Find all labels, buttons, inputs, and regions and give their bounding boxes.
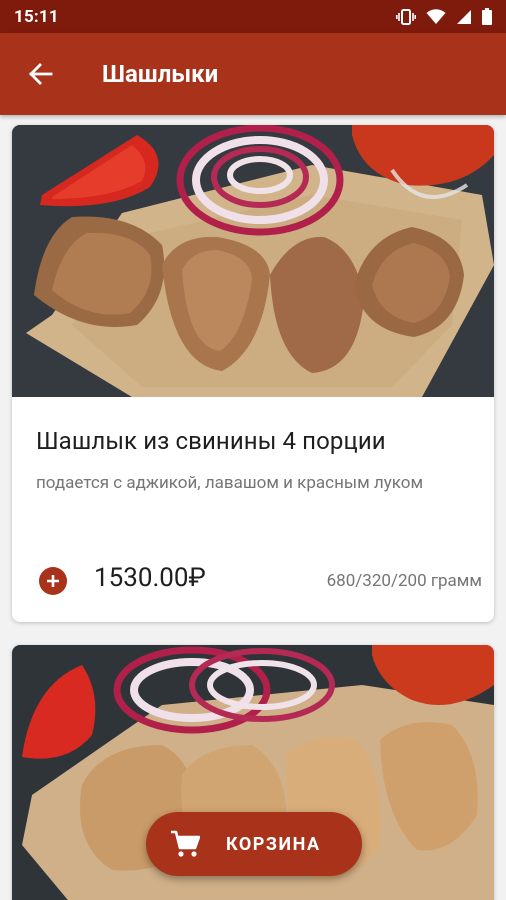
add-to-cart-button[interactable] (39, 567, 67, 595)
cart-button[interactable]: КОРЗИНА (146, 812, 362, 876)
shopping-cart-icon (170, 830, 200, 858)
status-icons (396, 8, 492, 25)
page-title: Шашлыки (102, 60, 219, 88)
product-weight: 680/320/200 грамм (326, 571, 482, 591)
cart-button-label: КОРЗИНА (226, 833, 321, 855)
plus-icon (47, 575, 59, 587)
signal-icon (457, 9, 471, 24)
product-info: Шашлык из свинины 4 порции подается с ад… (12, 397, 494, 622)
product-image (12, 125, 494, 397)
back-button[interactable] (0, 33, 80, 115)
arrow-back-icon (29, 63, 53, 85)
status-time: 15:11 (14, 6, 59, 27)
battery-icon (482, 8, 492, 25)
wifi-icon (426, 8, 446, 24)
status-bar: 15:11 (0, 0, 506, 33)
product-description: подается с аджикой, лавашом и красным лу… (36, 473, 424, 493)
product-price: 1530.00₽ (94, 563, 206, 593)
product-card[interactable]: Шашлык из свинины 4 порции подается с ад… (12, 125, 494, 622)
vibrate-icon (396, 8, 416, 25)
app-bar: Шашлыки (0, 33, 506, 115)
product-title: Шашлык из свинины 4 порции (36, 427, 386, 455)
